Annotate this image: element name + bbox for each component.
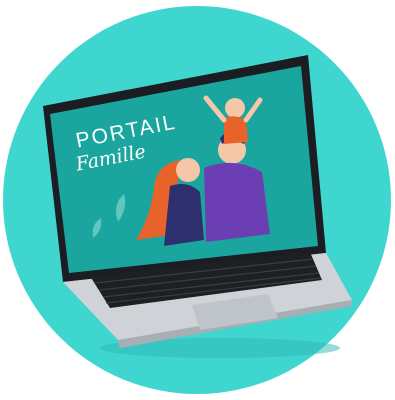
scene-illustration xyxy=(3,6,391,394)
child-face xyxy=(225,98,245,118)
father-shirt xyxy=(204,162,270,242)
mother-face xyxy=(176,158,200,182)
laptop-scene: PORTAIL Famille xyxy=(0,0,395,400)
mother-shirt xyxy=(164,184,204,246)
